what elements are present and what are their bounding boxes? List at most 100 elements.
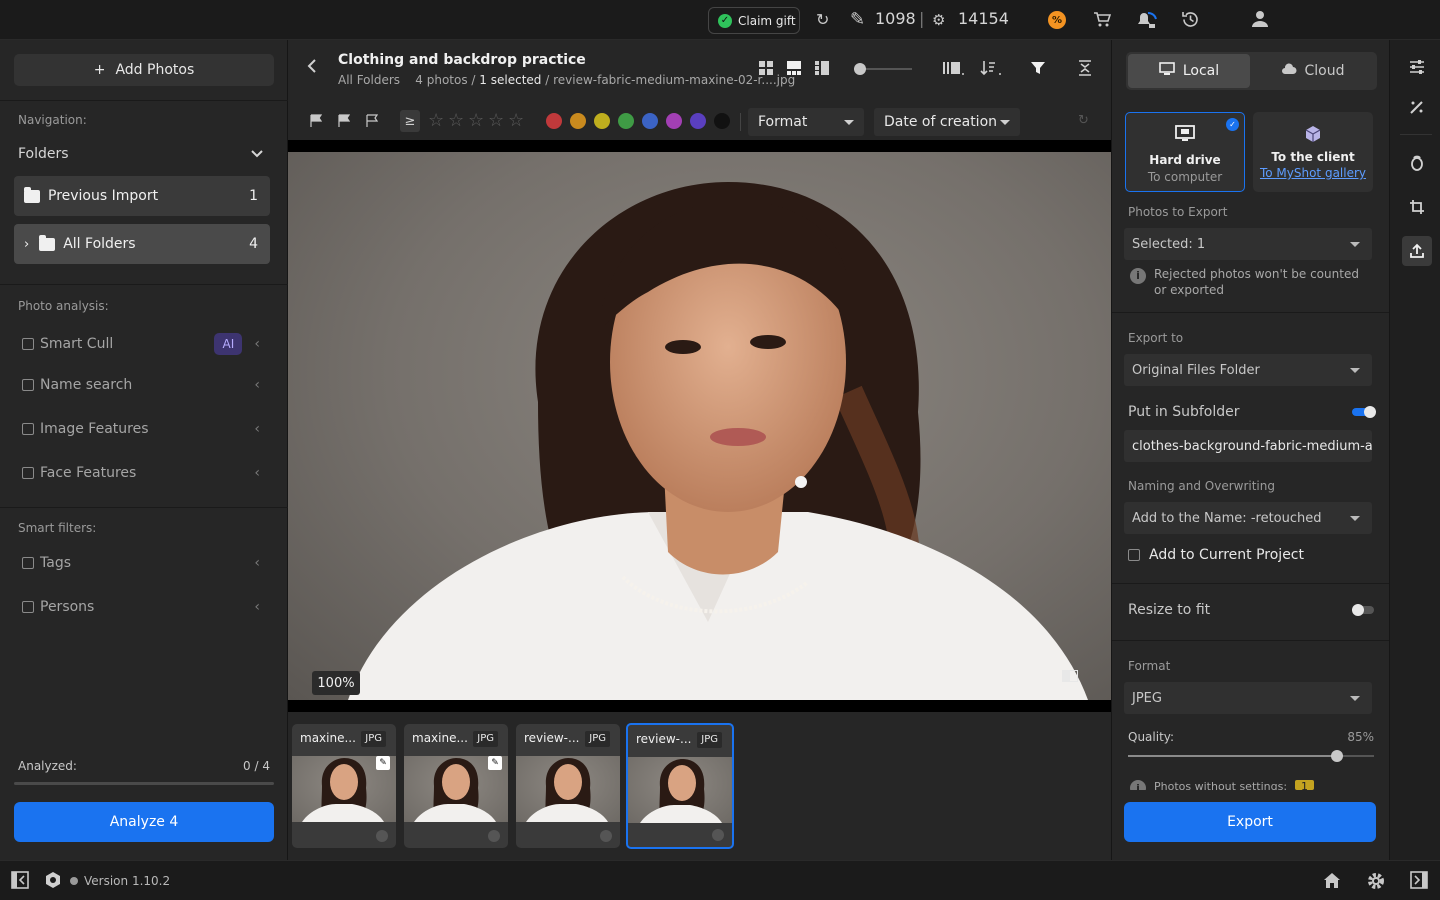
filmstrip-view-icon[interactable] bbox=[786, 60, 802, 80]
crop-icon[interactable] bbox=[1402, 192, 1432, 222]
subfolder-name-input[interactable]: clothes-background-fabric-medium-abf bbox=[1124, 430, 1372, 462]
back-arrow-icon[interactable] bbox=[306, 58, 318, 79]
add-to-project-checkbox[interactable] bbox=[1128, 549, 1140, 561]
image-features-filter[interactable]: Image Features ‹ bbox=[22, 421, 260, 437]
collapse-icon[interactable] bbox=[1078, 60, 1092, 80]
star-3-icon[interactable]: ☆ bbox=[468, 110, 484, 131]
flag-none-icon[interactable] bbox=[366, 114, 379, 132]
claim-gift-button[interactable]: ✓ Claim gift bbox=[708, 7, 800, 34]
star-1-icon[interactable]: ☆ bbox=[428, 110, 444, 131]
cart-icon[interactable] bbox=[1093, 10, 1112, 33]
stack-icon[interactable] bbox=[942, 60, 964, 80]
thumbnail-selected[interactable]: review-... JPG bbox=[626, 723, 734, 849]
folder-all-folders[interactable]: › All Folders 4 bbox=[14, 224, 270, 264]
thumbnail[interactable]: review-... JPG bbox=[516, 724, 620, 848]
color-label-yellow[interactable] bbox=[594, 113, 610, 129]
chevron-left-icon[interactable]: ‹ bbox=[254, 465, 260, 481]
analyze-button[interactable]: Analyze 4 bbox=[14, 802, 274, 842]
checkbox[interactable] bbox=[22, 601, 34, 613]
user-icon[interactable] bbox=[1251, 10, 1269, 33]
flag-pick-icon[interactable] bbox=[310, 114, 323, 132]
mask-icon[interactable] bbox=[1402, 148, 1432, 178]
tab-local[interactable]: Local bbox=[1128, 54, 1250, 88]
star-2-icon[interactable]: ☆ bbox=[448, 110, 464, 131]
sort-dropdown[interactable]: Date of creation bbox=[874, 108, 1020, 136]
resize-toggle[interactable] bbox=[1352, 604, 1374, 616]
retouch-icon[interactable] bbox=[1402, 92, 1432, 122]
quality-slider-knob[interactable] bbox=[1331, 750, 1344, 762]
breadcrumb-root[interactable]: All Folders bbox=[338, 73, 400, 87]
sliders-icon[interactable] bbox=[1402, 52, 1432, 82]
export-to-select[interactable]: Original Files Folder bbox=[1124, 354, 1372, 386]
chevron-left-icon[interactable]: ‹ bbox=[254, 377, 260, 393]
refresh-icon[interactable]: ↻ bbox=[816, 10, 829, 30]
zoom-level[interactable]: 100% bbox=[312, 671, 360, 695]
checkbox[interactable] bbox=[22, 557, 34, 569]
tab-cloud[interactable]: Cloud bbox=[1250, 54, 1375, 88]
reset-filters-icon[interactable]: ↻ bbox=[1078, 113, 1089, 128]
notifications-icon[interactable] bbox=[1136, 10, 1158, 35]
format-dropdown[interactable]: Format bbox=[748, 108, 864, 136]
checkbox[interactable] bbox=[22, 338, 34, 350]
color-label-red[interactable] bbox=[546, 113, 562, 129]
status-dot[interactable] bbox=[600, 830, 612, 842]
grid-view-icon[interactable] bbox=[758, 60, 774, 80]
chevron-left-icon[interactable]: ‹ bbox=[254, 599, 260, 615]
checkbox[interactable] bbox=[22, 467, 34, 479]
photo-viewer[interactable]: 100% bbox=[288, 140, 1111, 712]
subfolder-toggle[interactable] bbox=[1352, 406, 1376, 418]
collapse-right-panel-icon[interactable] bbox=[1410, 871, 1428, 893]
chevron-left-icon[interactable]: ‹ bbox=[254, 336, 260, 352]
thumbnail[interactable]: maxine... JPG ✎ bbox=[292, 724, 396, 848]
history-icon[interactable] bbox=[1181, 10, 1200, 34]
color-label-green[interactable] bbox=[618, 113, 634, 129]
star-4-icon[interactable]: ☆ bbox=[488, 110, 504, 131]
add-photos-button[interactable]: + Add Photos bbox=[14, 54, 274, 86]
chevron-right-icon[interactable]: › bbox=[24, 237, 29, 252]
folder-previous-import[interactable]: Previous Import 1 bbox=[14, 176, 270, 216]
naming-select[interactable]: Add to the Name: -retouched bbox=[1124, 502, 1372, 534]
color-label-orange[interactable] bbox=[570, 113, 586, 129]
dest-hard-drive[interactable]: ✓ Hard drive To computer bbox=[1125, 112, 1245, 192]
color-label-purple[interactable] bbox=[690, 113, 706, 129]
thumbnail[interactable]: maxine... JPG ✎ bbox=[404, 724, 508, 848]
face-features-filter[interactable]: Face Features ‹ bbox=[22, 465, 260, 481]
persons-filter[interactable]: Persons ‹ bbox=[22, 599, 260, 615]
photos-to-export-select[interactable]: Selected: 1 bbox=[1124, 228, 1372, 260]
filter-icon[interactable] bbox=[1030, 60, 1046, 80]
color-label-blue[interactable] bbox=[642, 113, 658, 129]
smart-cull-filter[interactable]: Smart Cull AI ‹ bbox=[22, 333, 260, 355]
dest-client[interactable]: To the client To MyShot gallery bbox=[1253, 112, 1373, 192]
thumbnail-size-knob[interactable] bbox=[854, 63, 866, 75]
star-5-icon[interactable]: ☆ bbox=[508, 110, 524, 131]
checkbox[interactable] bbox=[22, 423, 34, 435]
sort-icon[interactable] bbox=[980, 60, 1002, 80]
version-info: Version 1.10.2 bbox=[70, 874, 170, 888]
checkbox[interactable] bbox=[22, 379, 34, 391]
export-icon[interactable] bbox=[1402, 236, 1432, 266]
tags-filter[interactable]: Tags ‹ bbox=[22, 555, 260, 571]
color-label-none[interactable] bbox=[714, 113, 730, 129]
flag-reject-icon[interactable] bbox=[338, 114, 351, 132]
chevron-left-icon[interactable]: ‹ bbox=[254, 555, 260, 571]
settings-gear-icon[interactable] bbox=[1366, 871, 1386, 895]
export-button[interactable]: Export bbox=[1124, 802, 1376, 842]
home-icon[interactable] bbox=[1322, 871, 1342, 893]
collapse-left-panel-icon[interactable] bbox=[11, 871, 29, 893]
format-select[interactable]: JPEG bbox=[1124, 682, 1372, 714]
add-to-project-row[interactable]: Add to Current Project bbox=[1128, 547, 1374, 563]
chevron-left-icon[interactable]: ‹ bbox=[254, 421, 260, 437]
myshot-gallery-link[interactable]: To MyShot gallery bbox=[1253, 166, 1373, 180]
status-dot[interactable] bbox=[712, 829, 724, 841]
status-dot[interactable] bbox=[376, 830, 388, 842]
quality-slider[interactable] bbox=[1128, 750, 1374, 762]
name-search-filter[interactable]: Name search ‹ bbox=[22, 377, 260, 393]
rating-operator-button[interactable]: ≥ bbox=[400, 110, 420, 132]
before-after-icon[interactable] bbox=[1062, 670, 1078, 682]
folders-dropdown[interactable]: Folders bbox=[18, 146, 264, 164]
color-label-magenta[interactable] bbox=[666, 113, 682, 129]
main-photo[interactable] bbox=[288, 152, 1111, 700]
status-dot[interactable] bbox=[488, 830, 500, 842]
discount-icon[interactable]: % bbox=[1048, 11, 1066, 29]
compare-view-icon[interactable] bbox=[814, 60, 830, 80]
